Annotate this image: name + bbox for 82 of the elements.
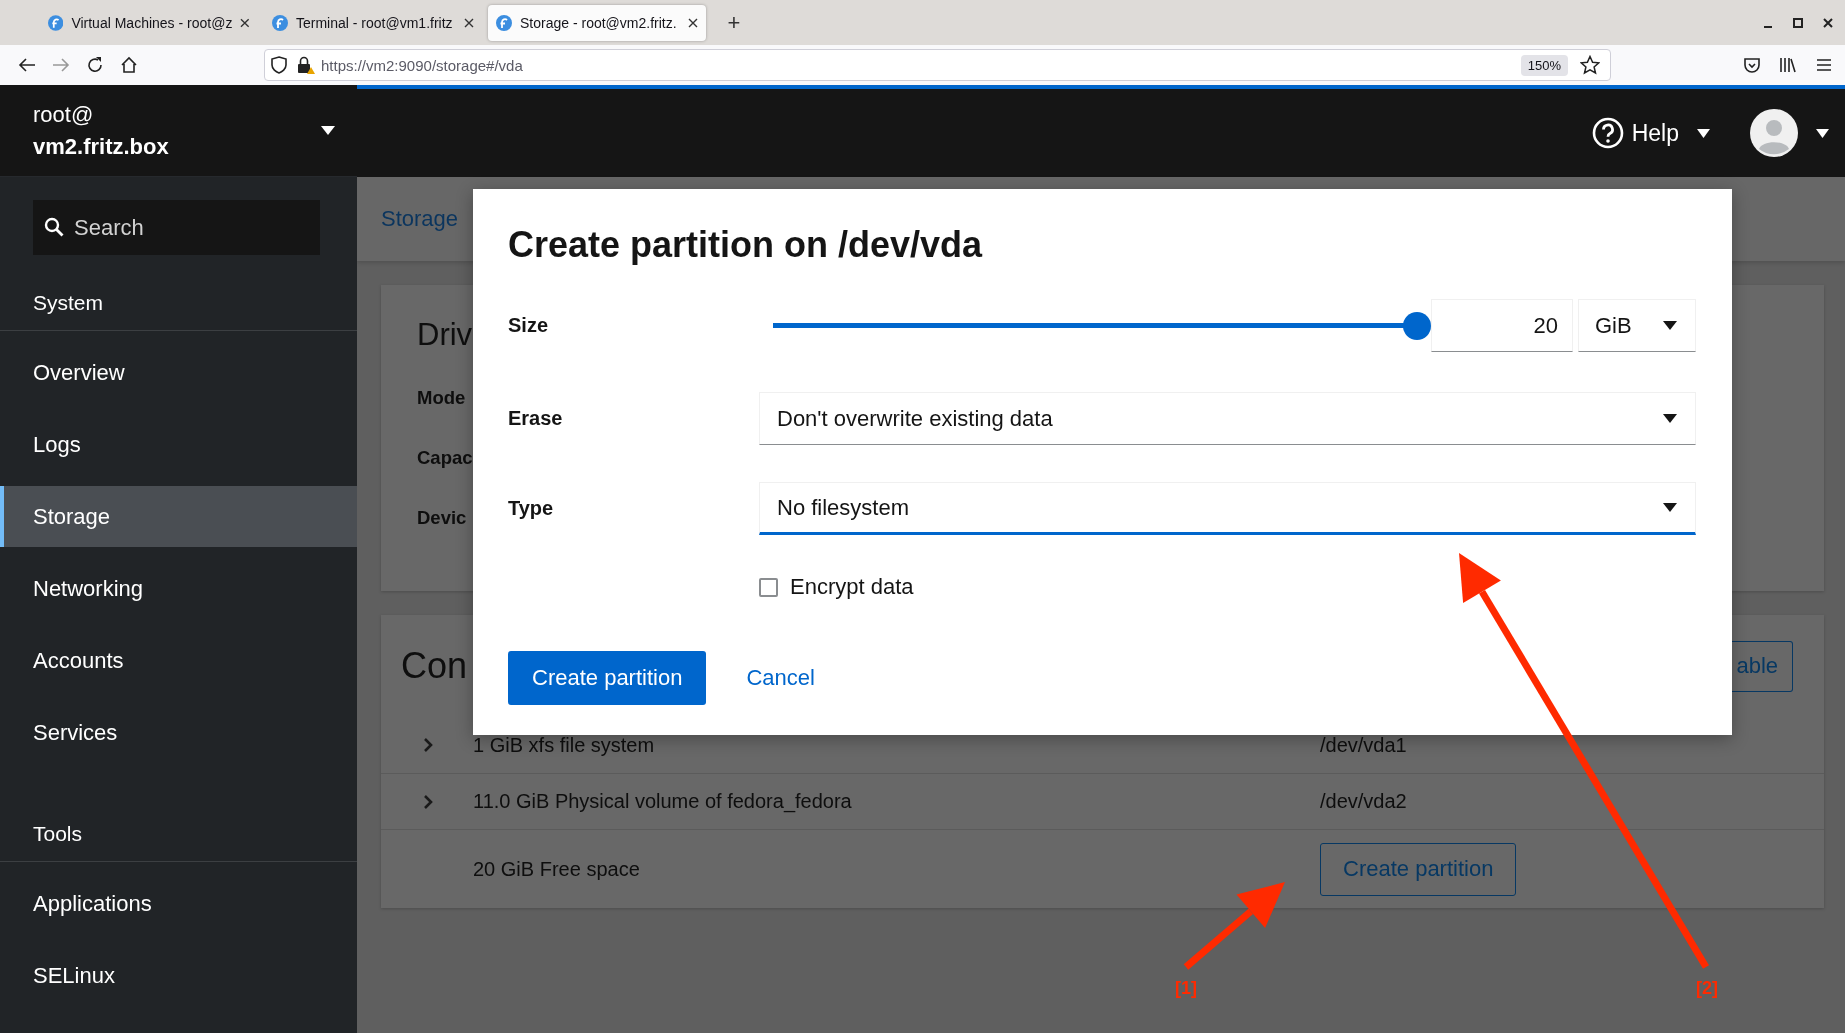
select-value: Don't overwrite existing data (777, 405, 1053, 432)
card-title: Driv (417, 316, 473, 354)
unit-label: GiB (1595, 312, 1632, 339)
checkbox[interactable] (759, 577, 778, 597)
field-label: Type (508, 497, 555, 520)
chevron-right-icon[interactable] (423, 738, 433, 752)
table-cell-text: 11.0 GiB Physical volume of fedora_fedora (472, 790, 853, 813)
close-icon[interactable] (688, 17, 698, 28)
number-field[interactable]: 20 (1431, 299, 1573, 352)
nav-item[interactable]: Applications (0, 873, 357, 934)
caret-icon (1663, 321, 1677, 330)
slider-thumb[interactable] (1403, 311, 1431, 340)
field-label: Size (508, 314, 550, 337)
dialog-title: Create partition on /dev/vda (508, 223, 984, 267)
browser-tab[interactable]: Storage - root@vm2.fritz. (488, 4, 706, 41)
browser-tab[interactable]: Virtual Machines - root@z (40, 4, 258, 41)
zoom-badge[interactable]: 150% (1520, 54, 1568, 76)
caret-icon (1697, 128, 1710, 138)
address-bar[interactable]: https://vm2:9090/storage#/vda 150% (264, 49, 1611, 81)
nav-item[interactable]: Services (0, 702, 357, 763)
caret-icon (1663, 503, 1677, 512)
chevron-right-icon[interactable] (423, 794, 433, 809)
search-field[interactable]: Search (33, 200, 320, 255)
nav-item[interactable]: Accounts (0, 630, 357, 691)
forward-arrow-icon[interactable] (52, 57, 70, 73)
url-text: https://vm2:9090/storage#/vda (321, 56, 523, 74)
reload-icon[interactable] (86, 56, 104, 74)
help-icon (1591, 117, 1624, 149)
close-icon[interactable] (1823, 17, 1833, 28)
field-label: Devic (417, 506, 467, 530)
user-menu[interactable] (1750, 109, 1829, 157)
card-title: Con (401, 644, 468, 688)
field-label: Mode (417, 386, 466, 410)
browser-tab[interactable]: Terminal - root@vm1.fritz (264, 4, 482, 41)
help-menu[interactable]: Help (1591, 117, 1710, 149)
field-label: Capac (417, 446, 473, 470)
help-label: Help (1631, 119, 1679, 147)
annotation-label: [1] (1175, 978, 1197, 999)
host-name: vm2.fritz.box (33, 133, 169, 160)
table-cell: /dev/vda2 (1320, 790, 1407, 813)
maximize-icon[interactable] (1793, 17, 1803, 28)
table-cell: /dev/vda1 (1320, 733, 1407, 757)
caret-icon (321, 126, 335, 135)
tab-title: Terminal - root@vm1.fritz (296, 14, 453, 31)
nav-item[interactable]: Storage (0, 486, 357, 547)
nav-item[interactable]: Overview (0, 342, 357, 403)
tab-title: Storage - root@vm2.fritz. (520, 14, 677, 31)
checkbox-label: Encrypt data (790, 574, 914, 600)
cancel-link[interactable]: Cancel (722, 651, 839, 705)
table-cell-text: 1 GiB xfs file system (472, 733, 656, 757)
caret-icon (1663, 414, 1677, 423)
host-switcher[interactable]: root@ vm2.fritz.box (0, 85, 357, 177)
close-icon[interactable] (464, 17, 474, 28)
lock-icon (297, 56, 315, 74)
search-icon (44, 217, 64, 237)
shield-icon (271, 56, 287, 74)
field-label: Erase (508, 407, 564, 430)
site-icon (272, 14, 288, 31)
select-field[interactable]: No filesystem (759, 482, 1696, 535)
nav-item[interactable]: Networking (0, 558, 357, 619)
create-partition-button[interactable]: Create partition (508, 651, 707, 705)
nav-item[interactable]: SELinux (0, 945, 357, 1006)
table-cell-text: 20 GiB Free space (472, 857, 641, 881)
host-user: root@ (33, 101, 95, 128)
caret-icon (1816, 128, 1829, 138)
library-icon[interactable] (1779, 56, 1797, 74)
new-tab-button[interactable]: + (722, 9, 746, 36)
unit-select[interactable]: GiB (1578, 299, 1696, 352)
site-icon (48, 14, 64, 31)
star-icon[interactable] (1580, 55, 1600, 75)
back-arrow-icon[interactable] (18, 57, 36, 73)
close-icon[interactable] (240, 17, 250, 28)
home-icon[interactable] (120, 56, 138, 74)
annotation-label: [2] (1696, 978, 1718, 999)
menu-icon[interactable] (1815, 57, 1833, 73)
select-value: No filesystem (777, 494, 910, 521)
select-field[interactable]: Don't overwrite existing data (759, 392, 1696, 445)
nav-item[interactable]: Logs (0, 414, 357, 475)
tab-title: Virtual Machines - root@z (71, 14, 233, 31)
pocket-icon[interactable] (1743, 56, 1761, 74)
site-icon (496, 14, 512, 31)
avatar-icon (1750, 109, 1798, 157)
